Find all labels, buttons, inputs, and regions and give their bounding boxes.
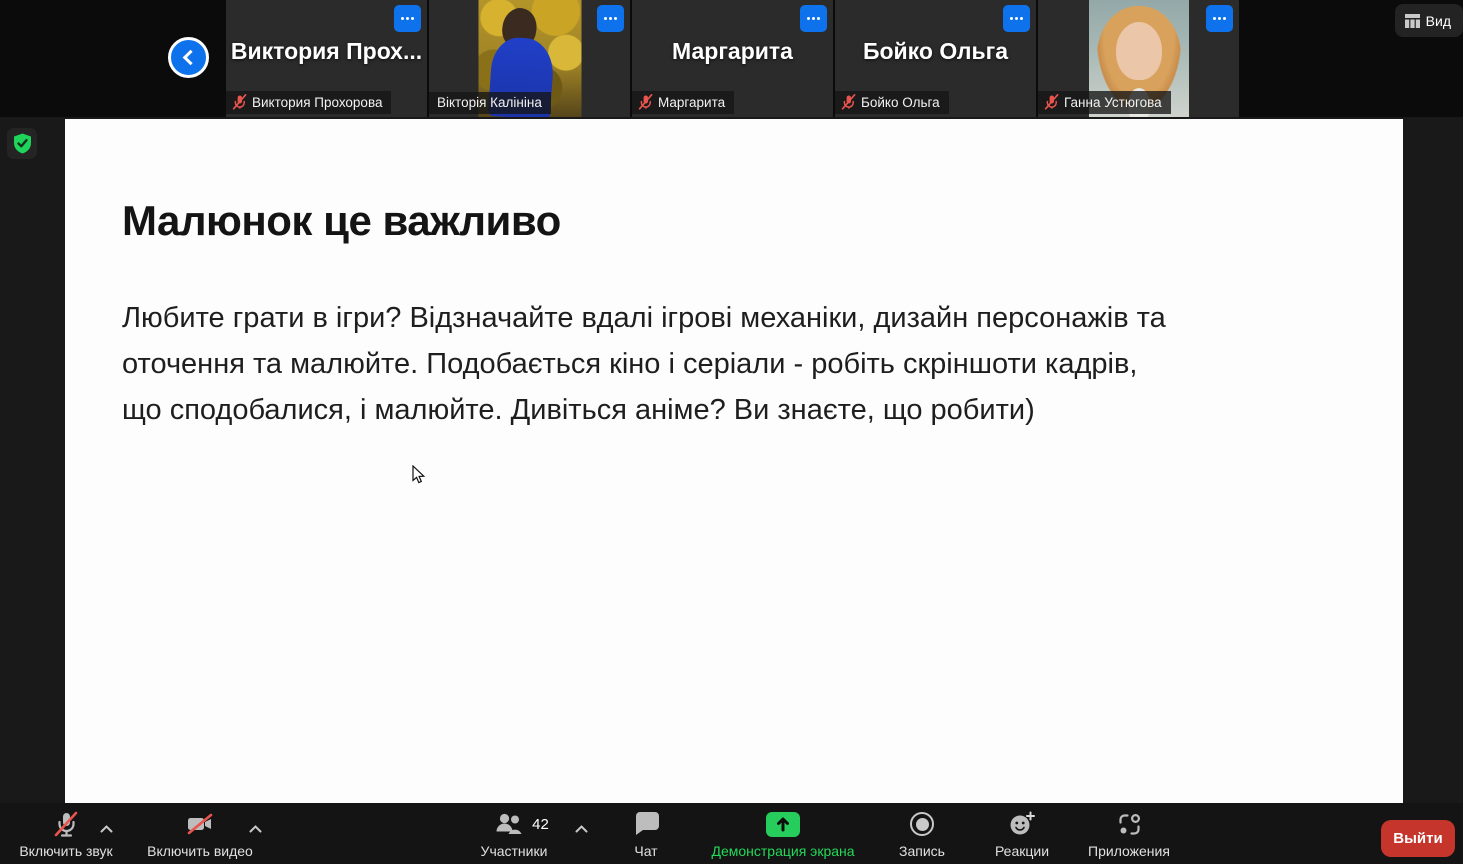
more-options-button[interactable] bbox=[800, 5, 827, 32]
reactions-icon bbox=[1009, 810, 1035, 838]
camera-off-icon bbox=[185, 810, 215, 838]
participants-button[interactable]: 42 Участники bbox=[454, 810, 574, 859]
participant-tile[interactable]: Вікторія Калініна bbox=[429, 0, 630, 117]
video-strip: Виктория Прох... Виктория Прохорова Вікт… bbox=[0, 0, 1463, 117]
participant-label-text: Ганна Устюгова bbox=[1064, 95, 1162, 110]
share-screen-button[interactable]: Демонстрация экрана bbox=[703, 810, 863, 859]
slide-body-line: оточення та малюйте. Подобається кіно і … bbox=[122, 341, 1372, 387]
audio-options-chevron[interactable] bbox=[100, 821, 113, 836]
record-label: Запись bbox=[899, 843, 945, 859]
slide-body: Любите грати в ігри? Відзначайте вдалі і… bbox=[122, 295, 1372, 433]
security-shield-badge[interactable] bbox=[7, 128, 37, 159]
participant-tile[interactable]: Ганна Устюгова bbox=[1038, 0, 1239, 117]
share-screen-label: Демонстрация экрана bbox=[711, 843, 854, 859]
participant-label: Вікторія Калініна bbox=[429, 92, 551, 114]
mouse-cursor bbox=[412, 465, 426, 485]
participants-chevron[interactable] bbox=[575, 821, 588, 836]
video-options-chevron[interactable] bbox=[249, 821, 262, 836]
reactions-label: Реакции bbox=[995, 843, 1049, 859]
more-options-button[interactable] bbox=[1003, 5, 1030, 32]
participant-label: Маргарита bbox=[632, 91, 734, 114]
participant-label-text: Вікторія Калініна bbox=[437, 95, 542, 110]
participant-label: Бойко Ольга bbox=[835, 91, 949, 114]
slide-title: Малюнок це важливо bbox=[122, 197, 561, 245]
record-button[interactable]: Запись bbox=[882, 810, 962, 859]
previous-participants-button[interactable] bbox=[168, 37, 209, 78]
start-video-label: Включить видео bbox=[147, 843, 253, 859]
mic-muted-icon bbox=[638, 94, 653, 110]
apps-label: Приложения bbox=[1088, 843, 1170, 859]
chat-label: Чат bbox=[634, 843, 657, 859]
shield-check-icon bbox=[13, 133, 32, 154]
mic-muted-icon bbox=[232, 94, 247, 110]
more-options-button[interactable] bbox=[1206, 5, 1233, 32]
reactions-button[interactable]: Реакции bbox=[982, 810, 1062, 859]
participant-label: Виктория Прохорова bbox=[226, 91, 391, 114]
shared-screen-slide: Малюнок це важливо Любите грати в ігри? … bbox=[65, 119, 1403, 803]
slide-body-line: що сподобалися, і малюйте. Дивіться анім… bbox=[122, 387, 1372, 433]
gallery-view-icon bbox=[1405, 14, 1420, 28]
chat-icon bbox=[634, 810, 659, 838]
participant-tile[interactable]: Маргарита Маргарита bbox=[632, 0, 833, 117]
more-options-button[interactable] bbox=[394, 5, 421, 32]
microphone-muted-icon bbox=[53, 810, 79, 838]
participants-count: 42 bbox=[532, 816, 549, 833]
chat-button[interactable]: Чат bbox=[606, 810, 686, 859]
record-icon bbox=[910, 810, 934, 838]
mic-muted-icon bbox=[841, 94, 856, 110]
unmute-audio-label: Включить звук bbox=[19, 843, 112, 859]
participant-tiles: Виктория Прох... Виктория Прохорова Вікт… bbox=[226, 0, 1239, 117]
slide-body-line: Любите грати в ігри? Відзначайте вдалі і… bbox=[122, 295, 1372, 341]
leave-meeting-button[interactable]: Выйти bbox=[1381, 820, 1455, 857]
participant-tile[interactable]: Бойко Ольга Бойко Ольга bbox=[835, 0, 1036, 117]
apps-button[interactable]: Приложения bbox=[1079, 810, 1179, 859]
participant-label: Ганна Устюгова bbox=[1038, 91, 1171, 114]
more-options-button[interactable] bbox=[597, 5, 624, 32]
participant-label-text: Бойко Ольга bbox=[861, 95, 940, 110]
mic-muted-icon bbox=[1044, 94, 1059, 110]
view-button[interactable]: Вид bbox=[1395, 4, 1463, 37]
start-video-button[interactable]: Включить видео bbox=[134, 810, 266, 859]
participant-tile[interactable]: Виктория Прох... Виктория Прохорова bbox=[226, 0, 427, 117]
participants-label: Участники bbox=[481, 843, 548, 859]
apps-icon bbox=[1117, 810, 1142, 838]
view-button-label: Вид bbox=[1426, 13, 1451, 29]
share-screen-icon bbox=[766, 812, 800, 837]
participant-label-text: Виктория Прохорова bbox=[252, 95, 382, 110]
participant-label-text: Маргарита bbox=[658, 95, 725, 110]
meeting-toolbar: Включить звук Включить видео bbox=[0, 803, 1463, 864]
participants-icon bbox=[495, 813, 526, 836]
chevron-left-icon bbox=[183, 50, 199, 66]
